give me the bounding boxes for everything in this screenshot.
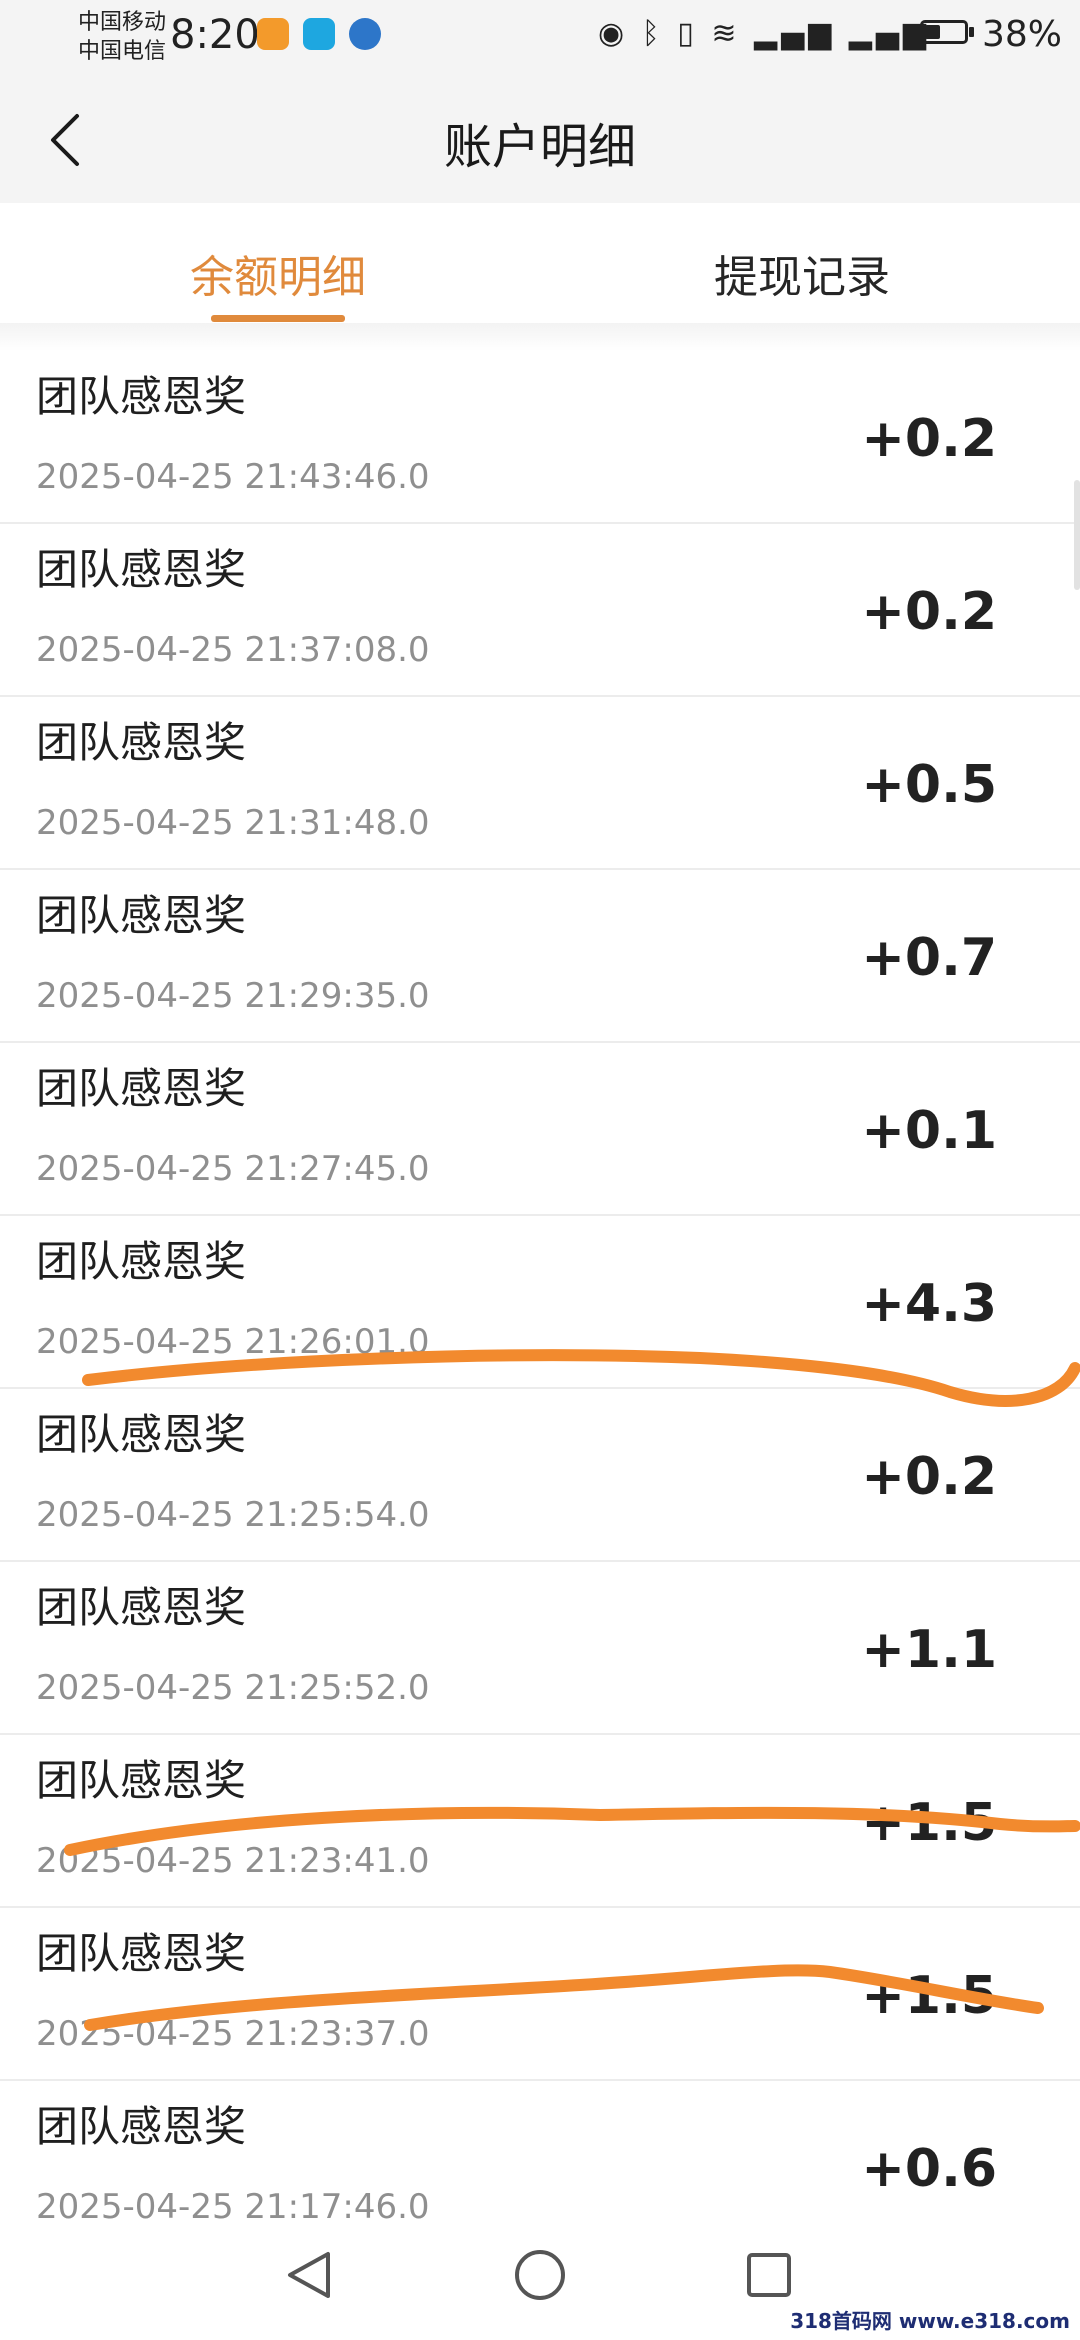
record-amount: +0.5 <box>861 755 997 815</box>
record-title: 团队感恩奖 <box>36 1583 247 1632</box>
record-time: 2025-04-25 21:25:52.0 <box>36 1668 430 1708</box>
record-title: 团队感恩奖 <box>36 1929 247 1978</box>
record-title: 团队感恩奖 <box>36 891 247 940</box>
record-amount: +1.1 <box>861 1620 997 1680</box>
search-app-icon <box>303 18 335 50</box>
record-row[interactable]: 团队感恩奖 2025-04-25 21:31:48.0 +0.5 <box>0 697 1080 870</box>
system-home-button[interactable] <box>505 2240 575 2310</box>
record-time: 2025-04-25 21:43:46.0 <box>36 457 430 497</box>
tab-divider <box>0 323 1080 351</box>
record-amount: +1.5 <box>861 1793 997 1853</box>
tab-balance-details[interactable]: 余额明细 <box>108 241 448 305</box>
navigation-bar: 账户明细 <box>0 75 1080 203</box>
record-row[interactable]: 团队感恩奖 2025-04-25 21:26:01.0 +4.3 <box>0 1216 1080 1389</box>
tab-bar: 余额明细 提现记录 <box>0 203 1080 324</box>
record-row[interactable]: 团队感恩奖 2025-04-25 21:25:52.0 +1.1 <box>0 1562 1080 1735</box>
signal-icon-2: ▂▄▆ <box>848 16 930 51</box>
record-amount: +0.7 <box>861 928 997 988</box>
record-row[interactable]: 团队感恩奖 2025-04-25 21:27:45.0 +0.1 <box>0 1043 1080 1216</box>
active-tab-indicator <box>211 315 345 322</box>
tab-withdrawal-records[interactable]: 提现记录 <box>632 241 972 305</box>
battery-percent: 38% <box>981 14 1062 55</box>
record-amount: +0.2 <box>861 409 997 469</box>
record-time: 2025-04-25 21:25:54.0 <box>36 1495 430 1535</box>
record-amount: +0.2 <box>861 582 997 642</box>
record-amount: +0.1 <box>861 1101 997 1161</box>
circle-home-icon <box>515 2250 565 2300</box>
battery-fill <box>925 25 941 39</box>
record-time: 2025-04-25 21:29:35.0 <box>36 976 430 1016</box>
watermark: 318首码网 www.e318.com <box>790 2309 1070 2333</box>
record-row[interactable]: 团队感恩奖 2025-04-25 21:43:46.0 +0.2 <box>0 351 1080 524</box>
record-time: 2025-04-25 21:23:41.0 <box>36 1841 430 1881</box>
record-title: 团队感恩奖 <box>36 1064 247 1113</box>
record-amount: +0.2 <box>861 1447 997 1507</box>
system-icons: ◉ ᛒ ▯ ≋ ▂▄▆ ▂▄▆ <box>598 16 930 51</box>
bluetooth-icon: ᛒ <box>641 16 664 51</box>
record-amount: +0.6 <box>861 2139 997 2199</box>
carrier-info: 中国移动 中国电信 <box>78 8 166 66</box>
record-title: 团队感恩奖 <box>36 2102 247 2151</box>
notification-icons <box>257 18 395 50</box>
record-title: 团队感恩奖 <box>36 1756 247 1805</box>
record-time: 2025-04-25 21:37:08.0 <box>36 630 430 670</box>
signal-icon: ▂▄▆ <box>754 16 836 51</box>
record-row[interactable]: 团队感恩奖 2025-04-25 21:23:41.0 +1.5 <box>0 1735 1080 1908</box>
vibrate-icon: ▯ <box>677 16 698 51</box>
browser-app-icon <box>349 18 381 50</box>
eye-icon: ◉ <box>597 16 629 51</box>
record-row[interactable]: 团队感恩奖 2025-04-25 21:25:54.0 +0.2 <box>0 1389 1080 1562</box>
record-time: 2025-04-25 21:27:45.0 <box>36 1149 430 1189</box>
record-row[interactable]: 团队感恩奖 2025-04-25 21:37:08.0 +0.2 <box>0 524 1080 697</box>
video-app-icon <box>257 18 289 50</box>
status-time: 8:20 <box>170 12 260 58</box>
record-title: 团队感恩奖 <box>36 1410 247 1459</box>
record-time: 2025-04-25 21:26:01.0 <box>36 1322 430 1362</box>
record-amount: +1.5 <box>861 1966 997 2026</box>
record-list[interactable]: 团队感恩奖 2025-04-25 21:43:46.0 +0.2 团队感恩奖 2025-… <box>0 351 1080 2254</box>
status-bar: 中国移动 中国电信 8:20 ◉ ᛒ ▯ ≋ ▂▄▆ ▂▄▆ 38% <box>0 0 1080 75</box>
square-recents-icon <box>747 2253 791 2297</box>
record-row[interactable]: 团队感恩奖 2025-04-25 21:29:35.0 +0.7 <box>0 870 1080 1043</box>
system-recents-button[interactable] <box>734 2240 804 2310</box>
battery-cap <box>969 27 974 37</box>
record-title: 团队感恩奖 <box>36 372 247 421</box>
system-back-button[interactable] <box>274 2240 344 2310</box>
battery-icon <box>920 20 968 44</box>
carrier-1: 中国移动 <box>78 10 167 35</box>
record-time: 2025-04-25 21:23:37.0 <box>36 2014 430 2054</box>
carrier-2: 中国电信 <box>78 39 167 64</box>
page-title: 账户明细 <box>443 119 636 175</box>
triangle-back-icon <box>288 2252 330 2298</box>
record-amount: +4.3 <box>861 1274 997 1334</box>
record-time: 2025-04-25 21:31:48.0 <box>36 803 430 843</box>
scrollbar[interactable] <box>1074 480 1080 590</box>
record-title: 团队感恩奖 <box>36 718 247 767</box>
record-title: 团队感恩奖 <box>36 1237 247 1286</box>
wifi-icon: ≋ <box>711 16 741 51</box>
record-row[interactable]: 团队感恩奖 2025-04-25 21:23:37.0 +1.5 <box>0 1908 1080 2081</box>
record-title: 团队感恩奖 <box>36 545 247 594</box>
